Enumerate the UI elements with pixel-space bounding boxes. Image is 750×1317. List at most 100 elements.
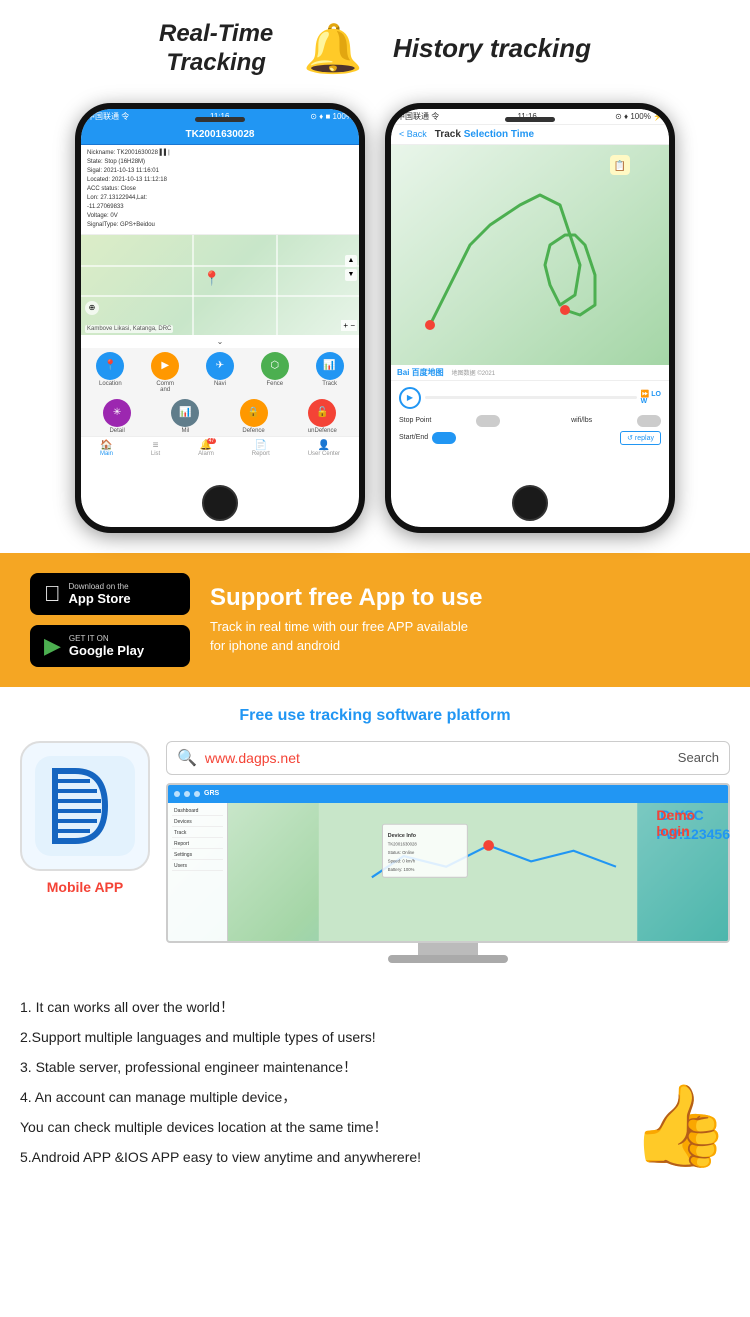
phone1-state: State: Stop (16H28M) [87,158,353,167]
dagps-logo-svg [35,756,135,856]
phone2-track-map: 📋 [391,145,669,365]
phone1-signal: Sigal: 2021-10-13 11:16:01 [87,167,353,176]
phone1-compass: ⊕ [85,301,99,315]
phone1-btn-mil[interactable]: 📊 Mil [171,399,199,434]
phone1-bottom-tabs: 🏠 Main ≡ List 🔔 47 Alarm [81,436,359,460]
phone2-wifi-lbs-label: wifi/lbs [571,417,592,424]
phone1-zoom-control: + − [341,320,357,331]
phone2-home-button[interactable] [512,485,548,521]
phone2-stop-point-toggle[interactable] [476,415,500,427]
phone2-stop-point-label: Stop Point [399,417,431,424]
phone1-detail-label: Detail [109,428,124,434]
bell-icon: 🔔 [303,20,363,77]
google-play-icon: ▶ [44,633,61,659]
phone1-acc: ACC status: Close [87,185,353,194]
phone1-mockup: 中国联通 令 11:16 ⊙ ♦ ■ 100% TK2001630028 Nic… [75,103,365,533]
phone2-playback-controls: ▶ ⏩ LOW Stop Point wifi/lbs Start/End [391,381,669,455]
phone1-speaker [195,117,245,122]
search-bar[interactable]: 🔍 www.dagps.net Search [166,741,730,775]
phone1-btn-track[interactable]: 📊 Track [316,352,344,393]
monitor-wrap: GRS Dashboard Devices Track Report Setti… [166,783,730,963]
phone2-title-selection: Selection Time [464,129,534,140]
phone1-home-button[interactable] [202,485,238,521]
dagps-icon [20,741,150,871]
phone1-location-label: Location [99,381,122,387]
phone1-undefence-label: unDefence [308,428,337,434]
phone1-alarm-badge: 47 [207,438,217,444]
phone1-btn-fence[interactable]: ⬡ Fence [261,352,289,393]
features-section: 1. It can works all over the world！ 2.Su… [0,983,750,1193]
feature-item-2: 2.Support multiple languages and multipl… [20,1023,730,1051]
phone1-tab-main[interactable]: 🏠 Main [100,440,113,457]
real-time-tracking-label: Real-Time Tracking [159,20,273,78]
phone1-btn-defence[interactable]: 🔒 Defence [240,399,268,434]
phone1-voltage: Voltage: 0V [87,212,353,221]
phone1-navi-label: Navi [214,381,226,387]
phone1-map-scroll: ▲ ▼ [345,255,357,281]
phone1-tab-report[interactable]: 📄 Report [252,440,270,457]
phone1-battery: ⊙ ♦ ■ 100% [310,112,353,121]
phone2-back-button[interactable]: < Back [399,129,427,139]
support-title: Support free App to use [210,584,482,612]
phone1-expand: ⌄ [81,335,359,348]
phone1-alarm-icon-wrap: 🔔 47 [200,440,212,451]
phone2-carrier: 中国联通 令 [397,111,439,122]
app-store-button[interactable]:  Download on the App Store [30,573,190,615]
google-play-sub-label: GET IT ON [69,634,144,643]
phone1-btn-detail[interactable]: ✳ Detail [103,399,131,434]
feature-item-3: 3. Stable server, professional engineer … [20,1053,730,1081]
monitor-main: Device Info TK2001630028 Status: Online … [228,803,728,941]
phone1-btn-undefence[interactable]: 🔓 unDefence [308,399,337,434]
phone2-wifi-lbs-toggle[interactable] [637,415,661,427]
phone1-scroll-up: ▲ [345,255,357,267]
phone1-location-text: Kambove Likasi, Katanga, DRC [85,325,173,333]
monitor-body: Dashboard Devices Track Report Settings … [168,803,728,941]
phone1-scroll-down: ▼ [345,269,357,281]
search-url-text: www.dagps.net [205,750,670,766]
phone1-info-panel: Nickname: TK2001630028 ▌▌| State: Stop (… [81,145,359,235]
phone1-btn-navi[interactable]: ✈ Navi [206,352,234,393]
monitor-sidebar-item-5: Settings [172,851,223,860]
monitor-sidebar-item-2: Devices [172,818,223,827]
phone1-map-pin: 📍 [203,270,220,287]
svg-text:TK2001630028: TK2001630028 [388,841,418,846]
monitor-dot-3 [194,791,200,797]
phone1-tab-user[interactable]: 👤 User Center [308,440,340,457]
phone1-command-label: Command [156,381,174,393]
phone2-track-svg: 📋 [391,145,669,365]
phone1-report-icon: 📄 [255,440,267,451]
phone1-location-icon: 📍 [96,352,124,380]
phone2-screen-title: Track Selection Time [435,129,534,140]
monitor-dot-1 [174,791,180,797]
monitor-dot-2 [184,791,190,797]
phone1-main-label: Main [100,451,113,457]
platform-title: Free use tracking software platform [20,707,730,725]
svg-text:Speed: 0 km/h: Speed: 0 km/h [388,858,416,863]
phone1-tab-list[interactable]: ≡ List [151,440,160,457]
phone2-map-attribution: Bai 百度地图 地图数据 ©2021 [391,365,669,381]
monitor-sidebar-item-4: Report [172,840,223,849]
phone1-list-label: List [151,451,160,457]
phone1-screen: 中国联通 令 11:16 ⊙ ♦ ■ 100% TK2001630028 Nic… [81,109,359,527]
phone2-stop-point-row: Stop Point wifi/lbs [399,415,661,427]
app-icon-block: Mobile APP [20,741,150,895]
phone1-btn-location[interactable]: 📍 Location [96,352,124,393]
google-play-text: GET IT ON Google Play [69,634,144,658]
monitor-base [388,955,508,963]
phone2-start-end-row: Start/End ↺ replay [399,431,661,445]
phone2-start-end-toggle[interactable] [432,432,456,444]
phone1-nickname: Nickname: TK2001630028 ▌▌| [87,149,353,158]
phone1-action-buttons-row2: ✳ Detail 📊 Mil 🔒 Defence 🔓 unDefence [81,397,359,436]
phone1-tab-alarm[interactable]: 🔔 47 Alarm [198,440,214,457]
search-button[interactable]: Search [678,750,719,765]
demo-info: Demo login ID:YSC PW:123456 [656,807,730,842]
google-play-button[interactable]: ▶ GET IT ON Google Play [30,625,190,667]
app-store-name-label: App Store [69,591,131,606]
phone2-replay-button[interactable]: ↺ replay [620,431,661,445]
phone1-btn-command[interactable]: ▶ Command [151,352,179,393]
phone2-screen: 中国联通 令 11:16 ⊙ ♦ 100% ⚡ < Back Track Sel… [391,109,669,527]
phone1-mil-label: Mil [182,428,190,434]
phone1-main-icon: 🏠 [100,440,112,451]
phone2-play-button[interactable]: ▶ [399,387,421,409]
monitor-stand [418,943,478,955]
